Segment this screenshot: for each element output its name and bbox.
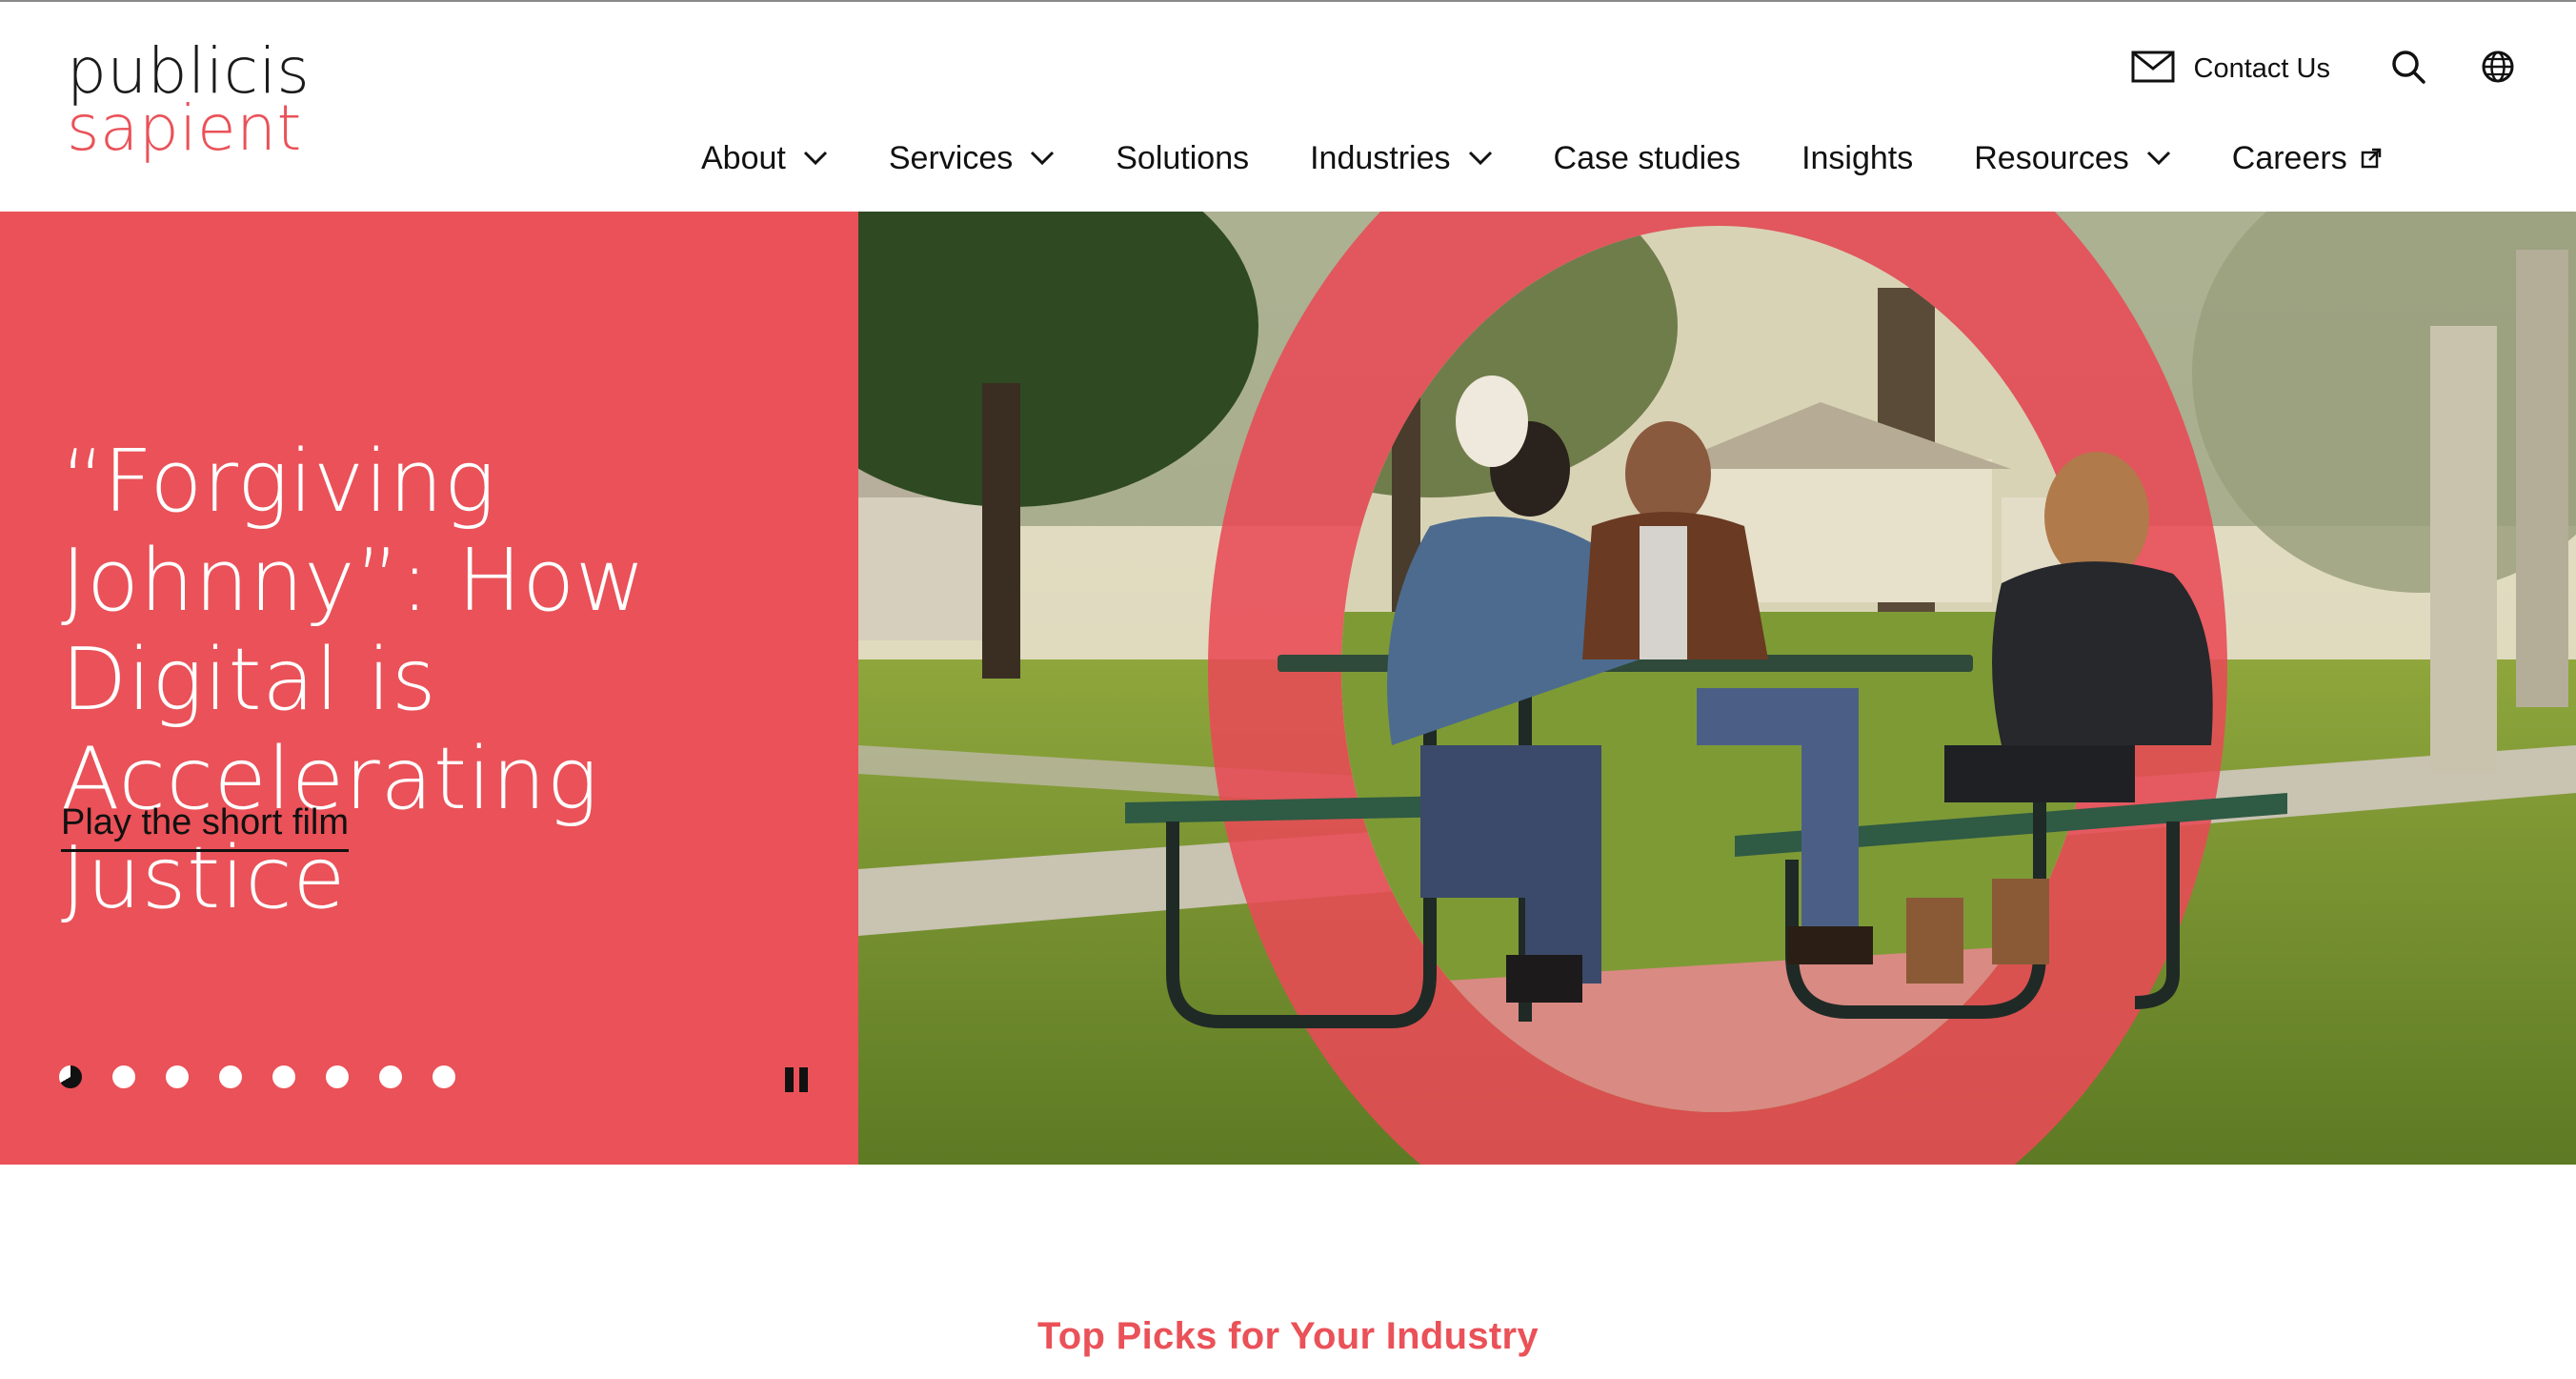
carousel-dot[interactable] — [433, 1065, 455, 1088]
nav-case-studies[interactable]: Case studies — [1554, 140, 1741, 177]
nav-about[interactable]: About — [701, 140, 828, 177]
photo-three-people-at-picnic-table — [858, 212, 2576, 1165]
carousel-dot[interactable] — [112, 1065, 135, 1088]
carousel-dot[interactable] — [379, 1065, 402, 1088]
nav-solutions-label: Solutions — [1116, 139, 1250, 176]
site-header: publicis sapient Contact Us About Servic… — [0, 2, 2576, 212]
nav-resources[interactable]: Resources — [1974, 140, 2171, 177]
main-nav: About Services Solutions Industries Case… — [701, 135, 2382, 181]
contact-us-link[interactable]: Contact Us — [2131, 51, 2330, 88]
pause-icon — [785, 1067, 794, 1092]
nav-industries-label: Industries — [1310, 139, 1451, 176]
nav-careers[interactable]: Careers — [2232, 140, 2382, 177]
nav-industries[interactable]: Industries — [1310, 140, 1492, 177]
hero-title: “Forgiving Johnny”: How Digital is Accel… — [61, 432, 646, 928]
play-film-link[interactable]: Play the short film — [61, 802, 349, 852]
nav-careers-label: Careers — [2231, 139, 2347, 176]
nav-services[interactable]: Services — [889, 140, 1055, 177]
search-button[interactable] — [2387, 48, 2429, 90]
search-icon — [2390, 49, 2426, 90]
nav-solutions[interactable]: Solutions — [1116, 140, 1249, 177]
carousel-dot[interactable] — [166, 1065, 189, 1088]
chevron-down-icon — [2146, 151, 2171, 166]
publicis-sapient-logo[interactable]: publicis sapient — [67, 40, 310, 165]
globe-icon — [2481, 50, 2515, 89]
hero-carousel: “Forgiving Johnny”: How Digital is Accel… — [0, 212, 2576, 1165]
carousel-dots — [59, 1065, 486, 1088]
language-button[interactable] — [2477, 48, 2519, 90]
chevron-down-icon — [1030, 151, 1055, 166]
carousel-dot[interactable] — [326, 1065, 349, 1088]
chevron-down-icon — [1468, 151, 1493, 166]
contact-us-label: Contact Us — [2193, 52, 2330, 84]
carousel-dot[interactable] — [272, 1065, 295, 1088]
external-link-icon — [2361, 148, 2382, 169]
utility-bar: Contact Us — [2131, 48, 2519, 90]
hero-text-panel: “Forgiving Johnny”: How Digital is Accel… — [0, 212, 858, 1165]
nav-about-label: About — [701, 139, 786, 176]
nav-case-studies-label: Case studies — [1553, 139, 1741, 176]
chevron-down-icon — [803, 151, 828, 166]
carousel-dot-active[interactable] — [59, 1065, 82, 1088]
logo-line-2: sapient — [67, 91, 302, 165]
carousel-dot[interactable] — [219, 1065, 242, 1088]
hero-image — [858, 212, 2576, 1165]
nav-insights-label: Insights — [1801, 139, 1914, 176]
pause-button[interactable] — [785, 1067, 814, 1096]
nav-insights[interactable]: Insights — [1801, 140, 1913, 177]
top-picks-heading: Top Picks for Your Industry — [1037, 1315, 1539, 1357]
nav-services-label: Services — [888, 139, 1014, 176]
mail-icon — [2131, 51, 2175, 88]
nav-resources-label: Resources — [1974, 139, 2129, 176]
